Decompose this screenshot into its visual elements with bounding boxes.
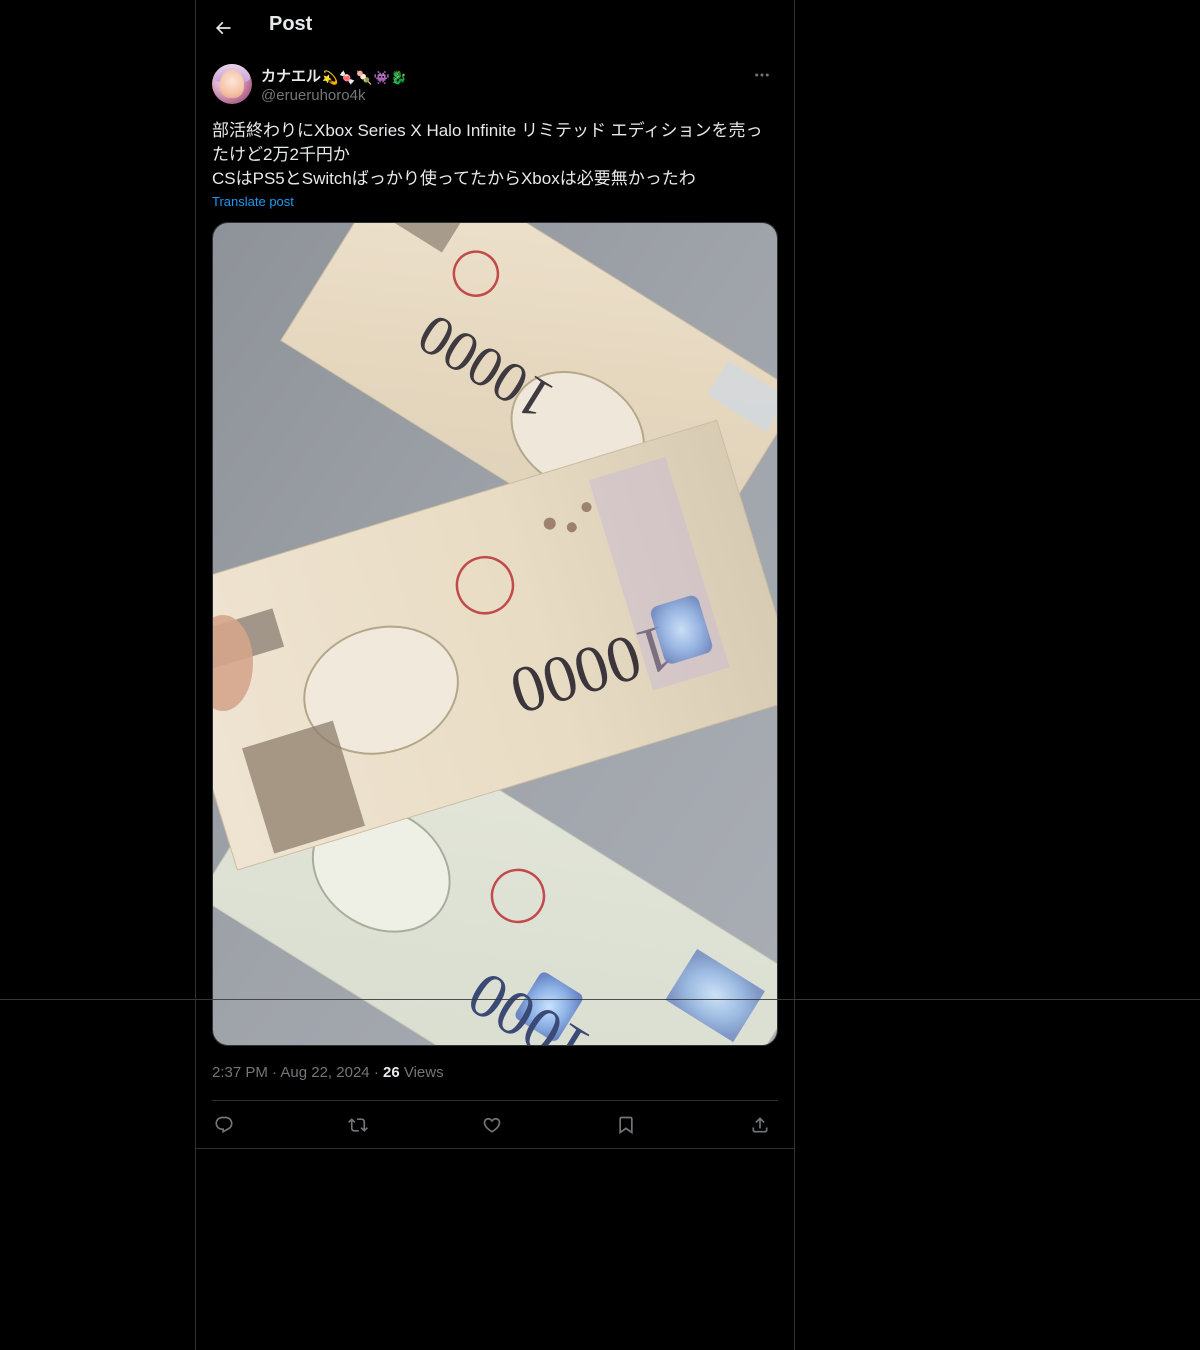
views-label: Views bbox=[403, 1064, 444, 1081]
emoji-dizzy: 💫 bbox=[322, 70, 339, 85]
heart-icon bbox=[483, 1117, 501, 1133]
share-icon bbox=[752, 1117, 768, 1133]
more-options-button[interactable] bbox=[746, 64, 778, 86]
post-image[interactable]: 10000 1000 10000 bbox=[212, 222, 778, 1046]
bookmark-icon bbox=[619, 1116, 633, 1135]
author-handle[interactable]: @erueruhoro4k bbox=[261, 87, 365, 104]
meta-separator: · bbox=[272, 1064, 278, 1081]
divider bbox=[196, 1148, 794, 1149]
meta-separator: · bbox=[373, 1064, 379, 1081]
author-name-text: カナエル bbox=[261, 68, 322, 85]
post-author: カナエル💫🍬🍡👾🐉 @erueruhoro4k bbox=[212, 64, 778, 106]
translate-post-link[interactable]: Translate post bbox=[212, 194, 294, 209]
more-horizontal-icon bbox=[755, 73, 769, 77]
post-text: 部活終わりにXbox Series X Halo Infinite リミテッド … bbox=[212, 121, 763, 188]
post-meta: 2:37 PM · Aug 22, 2024 · 26 Views bbox=[212, 1064, 444, 1081]
post-date[interactable]: Aug 22, 2024 bbox=[280, 1064, 369, 1081]
share-button[interactable] bbox=[748, 1113, 772, 1137]
repost-button[interactable] bbox=[346, 1113, 370, 1137]
views-count: 26 bbox=[382, 1064, 400, 1081]
emoji-dango: 🍡 bbox=[356, 70, 373, 85]
emoji-alien-monster: 👾 bbox=[373, 70, 390, 85]
avatar[interactable] bbox=[212, 64, 252, 104]
action-bar bbox=[212, 1101, 778, 1149]
reply-button[interactable] bbox=[212, 1113, 236, 1137]
emoji-candy: 🍬 bbox=[339, 70, 356, 85]
reply-icon bbox=[215, 1116, 233, 1134]
repost-icon bbox=[348, 1118, 368, 1132]
divider bbox=[0, 999, 1200, 1000]
emoji-dragon: 🐉 bbox=[390, 70, 407, 85]
back-button[interactable] bbox=[206, 11, 240, 45]
post-time[interactable]: 2:37 PM bbox=[212, 1064, 268, 1081]
yen-banknotes-photo: 10000 1000 10000 bbox=[213, 223, 777, 1045]
primary-column: Post カナエル💫🍬🍡👾🐉 @erueruhoro4k 部活終わりにXbox … bbox=[195, 0, 795, 1350]
arrow-left-icon bbox=[215, 21, 231, 35]
bookmark-button[interactable] bbox=[614, 1113, 638, 1137]
author-display-name[interactable]: カナエル💫🍬🍡👾🐉 bbox=[261, 65, 407, 86]
post-header: Post bbox=[196, 0, 794, 54]
page-title: Post bbox=[269, 13, 313, 35]
like-button[interactable] bbox=[480, 1113, 504, 1137]
